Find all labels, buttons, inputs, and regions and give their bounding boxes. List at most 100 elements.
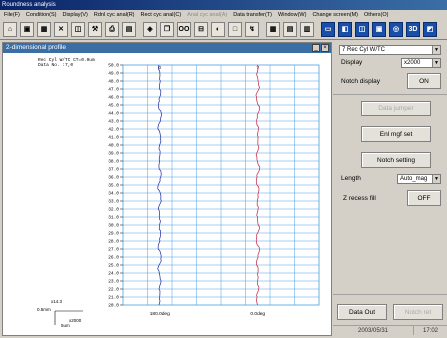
- layout4-icon[interactable]: ▣: [372, 22, 386, 37]
- y-tick-label: 23.0: [108, 279, 119, 285]
- y-tick-label: 41.0: [108, 135, 119, 141]
- notch-setting-button[interactable]: Notch setting: [361, 152, 431, 168]
- display-select[interactable]: x2000 ▼: [401, 58, 441, 68]
- y-tick-label: 24.0: [108, 271, 119, 277]
- y-tick-label: 20.0: [108, 303, 119, 309]
- enl-mgf-set-button[interactable]: Enl mgf set: [361, 126, 431, 142]
- copy-icon[interactable]: ❐: [160, 22, 174, 37]
- app-title-bar: Roundness analysis: [0, 0, 447, 10]
- chevron-down-icon: ▼: [432, 175, 440, 183]
- menu-item[interactable]: Display(V): [62, 12, 87, 18]
- y-tick-label: 26.0: [108, 255, 119, 261]
- y-tick-label: 38.0: [108, 159, 119, 165]
- menu-item[interactable]: Rect cyc anal(C): [141, 12, 182, 18]
- profile-window: 2-dimensional profile _ × Rec Cyl W/TC C…: [2, 42, 332, 336]
- y-tick-label: 27.0: [108, 247, 119, 253]
- right-control-panel: 7 Rec Cyl W/TC ▼ Display x2000 ▼ Notch d…: [333, 42, 447, 336]
- length-select-value: Auto_mag: [400, 176, 428, 182]
- cylinder-icon[interactable]: ◐: [211, 22, 225, 37]
- y-tick-label: 31.0: [108, 215, 119, 221]
- y-tick-label: 47.0: [108, 87, 119, 93]
- y-tick-label: 42.0: [108, 127, 119, 133]
- profile-select[interactable]: 7 Rec Cyl W/TC ▼: [339, 45, 441, 55]
- print-preview-icon[interactable]: ◫: [71, 22, 85, 37]
- notch-display-label: Notch display: [341, 78, 381, 85]
- data-jumper-button[interactable]: Data jumper: [361, 101, 431, 116]
- display-select-value: x2000: [404, 60, 421, 66]
- layout3-icon[interactable]: ◫: [355, 22, 369, 37]
- menu-bar: File(F) Condition(S) Display(V) Rdnl cyc an…: [0, 10, 447, 20]
- y-tick-label: 22.0: [108, 287, 119, 293]
- cross-icon[interactable]: ✕: [54, 22, 68, 37]
- y-tick-label: 33.0: [108, 199, 119, 205]
- y-tick-label: 32.0: [108, 207, 119, 213]
- bottom-label: 180.0deg: [150, 311, 170, 317]
- data-out-button[interactable]: Data Out: [337, 304, 387, 320]
- tool-icon[interactable]: ⚒: [88, 22, 102, 37]
- length-select[interactable]: Auto_mag ▼: [397, 174, 441, 184]
- z-recess-fill-button[interactable]: OFF: [407, 190, 441, 206]
- table-icon[interactable]: ▤: [283, 22, 297, 37]
- bottom-label: 0.0deg: [250, 311, 265, 317]
- y-tick-label: 48.0: [108, 79, 119, 85]
- chevron-down-icon: ▼: [432, 59, 440, 67]
- y-tick-label: 45.0: [108, 103, 119, 109]
- notch-display-button[interactable]: ON: [407, 73, 441, 89]
- scale-v-label: 5um: [61, 323, 70, 328]
- layout1-icon[interactable]: ▭: [321, 22, 335, 37]
- length-label: Length: [341, 175, 361, 182]
- y-tick-label: 46.0: [108, 95, 119, 101]
- layout2-icon[interactable]: ◧: [338, 22, 352, 37]
- menu-item[interactable]: Rdnl cyc anal(R): [94, 12, 135, 18]
- oo-icon[interactable]: OO: [177, 22, 191, 37]
- y-tick-label: 37.0: [108, 167, 119, 173]
- plot-icon[interactable]: ▥: [300, 22, 314, 37]
- y-tick-label: 39.0: [108, 151, 119, 157]
- 3d-icon[interactable]: 3D: [406, 22, 420, 37]
- menu-item[interactable]: Data transfer(T): [233, 12, 272, 18]
- menu-item[interactable]: File(F): [4, 12, 20, 18]
- menu-item[interactable]: Change screen(M): [312, 12, 358, 18]
- open-folder-icon[interactable]: ⌂: [3, 22, 17, 37]
- y-tick-label: 28.0: [108, 239, 119, 245]
- print-icon[interactable]: ⎙: [105, 22, 119, 37]
- status-time: 17:02: [413, 325, 447, 335]
- minimize-button[interactable]: _: [312, 44, 320, 52]
- profile-window-title-bar[interactable]: 2-dimensional profile _ ×: [3, 43, 331, 53]
- y-tick-label: 50.0: [108, 63, 119, 69]
- scale-mag-label: x2000: [69, 318, 82, 323]
- menu-item[interactable]: Window(W): [278, 12, 306, 18]
- y-tick-label: 25.0: [108, 263, 119, 269]
- menu-item[interactable]: Anal cyc anal(A): [187, 12, 227, 18]
- grid-icon[interactable]: ▦: [266, 22, 280, 37]
- chart-icon[interactable]: ▦: [37, 22, 51, 37]
- divider: [333, 294, 447, 295]
- close-button[interactable]: ×: [321, 44, 329, 52]
- y-tick-label: 36.0: [108, 175, 119, 181]
- menu-item[interactable]: Others(O): [364, 12, 388, 18]
- toolbar: ⌂ ▣ ▦ ✕ ◫ ⚒ ⎙ ▤ ◈ ❐ OO ⊟ ◐ □ ↯ ▦ ▤ ▥ ▭ ◧ ◫ ▣ ◎ 3D ◩: [0, 20, 447, 40]
- image-icon[interactable]: ▤: [122, 22, 136, 37]
- chevron-down-icon: ▼: [432, 46, 440, 54]
- measure-icon[interactable]: ⊟: [194, 22, 208, 37]
- profile-window-title: 2-dimensional profile: [6, 44, 66, 51]
- scale-h-label: 0.5mm: [37, 307, 51, 312]
- layout5-icon[interactable]: ◎: [389, 22, 403, 37]
- y-tick-label: 34.0: [108, 191, 119, 197]
- scale-x-label: x14.3: [51, 299, 63, 304]
- y-tick-label: 21.0: [108, 295, 119, 301]
- blank-icon[interactable]: □: [228, 22, 242, 37]
- y-tick-label: 40.0: [108, 143, 119, 149]
- menu-item[interactable]: Condition(S): [26, 12, 57, 18]
- y-tick-label: 49.0: [108, 71, 119, 77]
- layout6-icon[interactable]: ◩: [423, 22, 437, 37]
- y-tick-label: 44.0: [108, 111, 119, 117]
- notch-ret-button[interactable]: Notch ret: [393, 304, 443, 320]
- filter-icon[interactable]: ◈: [143, 22, 157, 37]
- app-title: Roundness analysis: [2, 2, 56, 8]
- save-icon[interactable]: ▣: [20, 22, 34, 37]
- y-tick-label: 43.0: [108, 119, 119, 125]
- y-tick-label: 29.0: [108, 231, 119, 237]
- display-label: Display: [341, 59, 363, 66]
- stylus-icon[interactable]: ↯: [245, 22, 259, 37]
